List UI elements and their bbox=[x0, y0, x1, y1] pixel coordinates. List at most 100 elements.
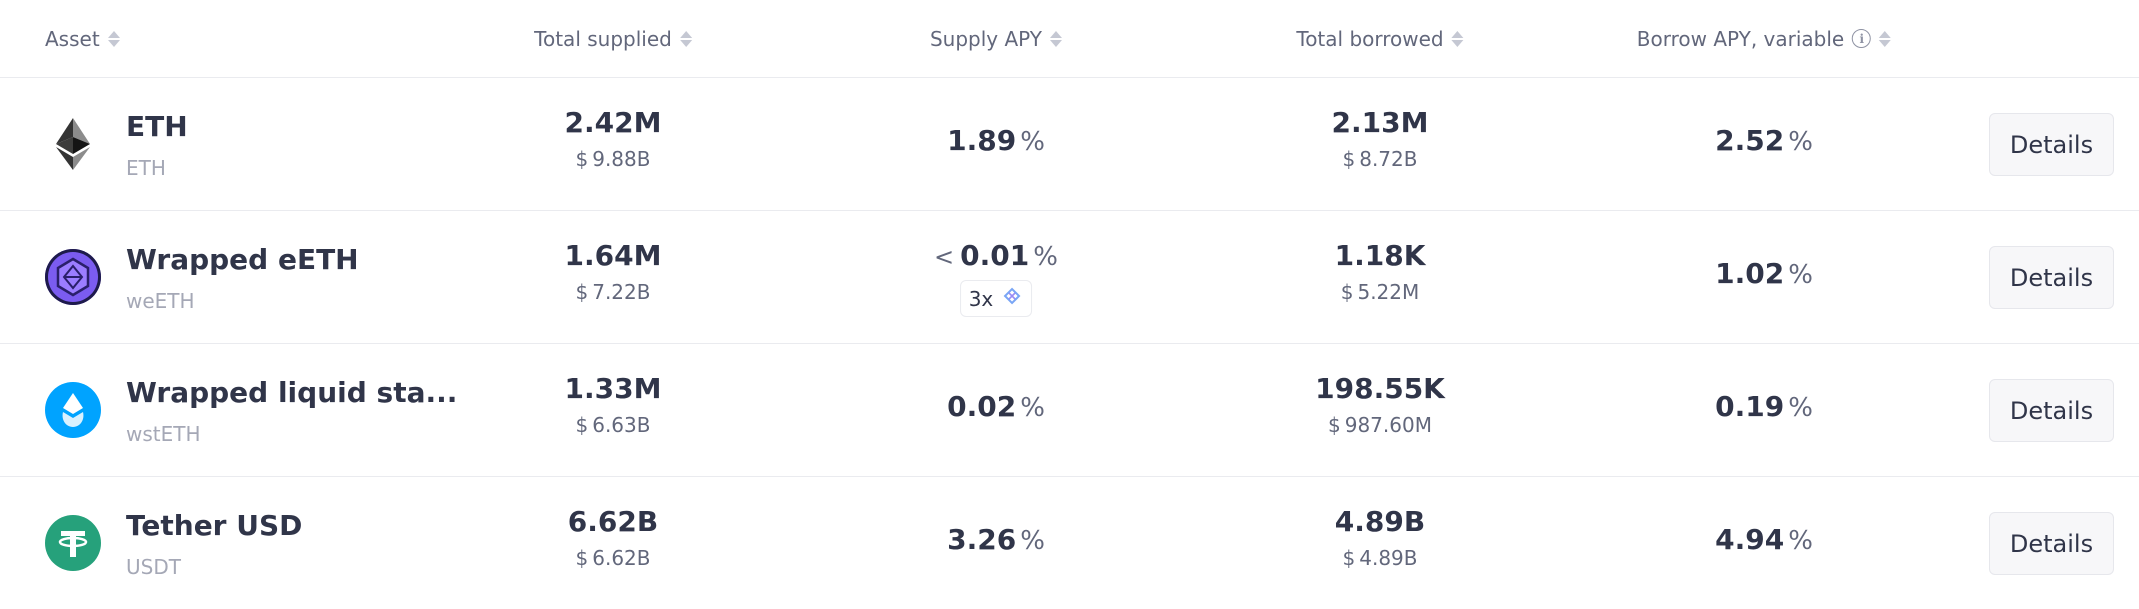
currency-symbol: $ bbox=[1342, 147, 1356, 171]
column-header-label: Asset bbox=[45, 26, 100, 51]
details-button[interactable]: Details bbox=[1989, 512, 2114, 575]
asset-name: ETH bbox=[126, 110, 188, 143]
sort-icon[interactable] bbox=[679, 30, 692, 47]
total-supplied: 1.64M $7.22B bbox=[565, 239, 662, 304]
supply-apy: 0.02% bbox=[947, 390, 1045, 423]
currency-symbol: $ bbox=[575, 280, 589, 304]
supply-apy-value: 0.01 bbox=[960, 239, 1030, 272]
total-borrowed-usd: $5.22M bbox=[1335, 280, 1426, 304]
currency-symbol: $ bbox=[575, 546, 589, 570]
table-row[interactable]: Tether USD USDT 6.62B $6.62B 3.26% 4.89B… bbox=[0, 477, 2139, 609]
total-supplied-amount: 1.64M bbox=[564, 239, 662, 272]
borrow-apy: 1.02% bbox=[1715, 257, 1813, 290]
asset-name: Wrapped eETH bbox=[126, 243, 359, 276]
supply-apy-value: 0.02 bbox=[947, 390, 1017, 423]
sort-icon[interactable] bbox=[1451, 30, 1464, 47]
asset-symbol: USDT bbox=[126, 555, 181, 579]
details-button[interactable]: Details bbox=[1989, 113, 2114, 176]
supply-apy: <0.01% 3x bbox=[934, 239, 1058, 317]
tether-icon bbox=[45, 515, 101, 571]
total-borrowed-amount: 198.55K bbox=[1315, 372, 1445, 405]
asset-name: Tether USD bbox=[126, 509, 303, 542]
wsteth-icon bbox=[45, 382, 101, 438]
total-supplied: 6.62B $6.62B bbox=[568, 505, 658, 570]
borrow-apy-value: 4.94 bbox=[1715, 523, 1785, 556]
percent-sign: % bbox=[1788, 260, 1813, 290]
total-supplied-amount: 6.62B bbox=[567, 505, 659, 538]
total-borrowed-usd: $8.72B bbox=[1332, 147, 1429, 171]
borrow-apy: 4.94% bbox=[1715, 523, 1813, 556]
percent-sign: % bbox=[1788, 526, 1813, 556]
currency-symbol: $ bbox=[1328, 413, 1341, 437]
table-header: Asset Total supplied Supply APY Total bo… bbox=[0, 0, 2139, 78]
total-borrowed: 1.18K $5.22M bbox=[1335, 239, 1426, 304]
borrow-apy-value: 0.19 bbox=[1715, 390, 1785, 423]
column-header-label: Total supplied bbox=[534, 26, 672, 51]
borrow-apy-value: 1.02 bbox=[1715, 257, 1785, 290]
total-borrowed: 198.55K $987.60M bbox=[1315, 372, 1445, 437]
usd-value: 4.89B bbox=[1359, 546, 1418, 570]
borrow-apy-value: 2.52 bbox=[1715, 124, 1785, 157]
currency-symbol: $ bbox=[1342, 546, 1356, 570]
total-borrowed-amount: 1.18K bbox=[1334, 239, 1426, 272]
info-icon[interactable]: i bbox=[1852, 29, 1872, 48]
currency-symbol: $ bbox=[1340, 280, 1354, 304]
borrow-apy: 2.52% bbox=[1715, 124, 1813, 157]
table-row[interactable]: Wrapped liquid sta... wstETH 1.33M $6.63… bbox=[0, 344, 2139, 477]
usd-value: 987.60M bbox=[1344, 413, 1432, 437]
weeth-icon bbox=[45, 249, 101, 305]
supply-apy-value: 3.26 bbox=[947, 523, 1017, 556]
boost-multiplier: 3x bbox=[968, 286, 994, 311]
incentive-badge[interactable]: 3x bbox=[959, 280, 1033, 317]
column-header-label: Total borrowed bbox=[1296, 26, 1444, 51]
table-row[interactable]: Wrapped eETH weETH 1.64M $7.22B <0.01% 3… bbox=[0, 211, 2139, 344]
etherfi-icon bbox=[1001, 285, 1023, 312]
supply-apy-value: 1.89 bbox=[947, 124, 1017, 157]
usd-value: 8.72B bbox=[1359, 147, 1418, 171]
column-header-supply-apy[interactable]: Supply APY bbox=[929, 0, 1063, 77]
sort-icon[interactable] bbox=[1879, 30, 1892, 47]
table-row[interactable]: ETH ETH 2.42M $9.88B 1.89% 2.13M $8.72B … bbox=[0, 78, 2139, 211]
usd-value: 6.63B bbox=[592, 413, 651, 437]
total-supplied-amount: 2.42M bbox=[564, 106, 662, 139]
usd-value: 7.22B bbox=[592, 280, 651, 304]
usd-value: 6.62B bbox=[592, 546, 651, 570]
total-borrowed-amount: 4.89B bbox=[1334, 505, 1426, 538]
percent-sign: % bbox=[1788, 127, 1813, 157]
supply-apy: 1.89% bbox=[947, 124, 1045, 157]
percent-sign: % bbox=[1020, 127, 1045, 157]
eth-icon bbox=[45, 116, 101, 172]
total-supplied-amount: 1.33M bbox=[564, 372, 662, 405]
total-supplied-usd: $9.88B bbox=[565, 147, 662, 171]
column-header-label: Borrow APY, variable bbox=[1636, 26, 1845, 51]
column-header-asset[interactable]: Asset bbox=[45, 0, 120, 77]
currency-symbol: $ bbox=[575, 413, 589, 437]
sort-icon[interactable] bbox=[1050, 30, 1063, 47]
markets-table: Asset Total supplied Supply APY Total bo… bbox=[0, 0, 2139, 592]
asset-symbol: weETH bbox=[126, 289, 195, 313]
total-borrowed: 4.89B $4.89B bbox=[1335, 505, 1425, 570]
column-header-borrow-apy[interactable]: Borrow APY, variable i bbox=[1636, 0, 1892, 77]
total-borrowed-usd: $987.60M bbox=[1315, 413, 1445, 437]
borrow-apy: 0.19% bbox=[1715, 390, 1813, 423]
asset-symbol: wstETH bbox=[126, 422, 201, 446]
usd-value: 9.88B bbox=[592, 147, 651, 171]
sort-icon[interactable] bbox=[107, 30, 120, 47]
supply-apy: 3.26% bbox=[947, 523, 1045, 556]
details-button[interactable]: Details bbox=[1989, 246, 2114, 309]
percent-sign: % bbox=[1020, 393, 1045, 423]
total-borrowed-usd: $4.89B bbox=[1335, 546, 1425, 570]
usd-value: 5.22M bbox=[1357, 280, 1420, 304]
total-supplied: 2.42M $9.88B bbox=[565, 106, 662, 171]
percent-sign: % bbox=[1020, 526, 1045, 556]
total-supplied: 1.33M $6.63B bbox=[565, 372, 662, 437]
total-borrowed-amount: 2.13M bbox=[1331, 106, 1429, 139]
asset-name: Wrapped liquid sta... bbox=[126, 376, 458, 409]
column-header-total-borrowed[interactable]: Total borrowed bbox=[1296, 0, 1464, 77]
column-header-label: Supply APY bbox=[929, 26, 1043, 51]
column-header-total-supplied[interactable]: Total supplied bbox=[534, 0, 692, 77]
percent-sign: % bbox=[1788, 393, 1813, 423]
total-supplied-usd: $7.22B bbox=[565, 280, 662, 304]
less-than-sign: < bbox=[934, 243, 955, 271]
details-button[interactable]: Details bbox=[1989, 379, 2114, 442]
